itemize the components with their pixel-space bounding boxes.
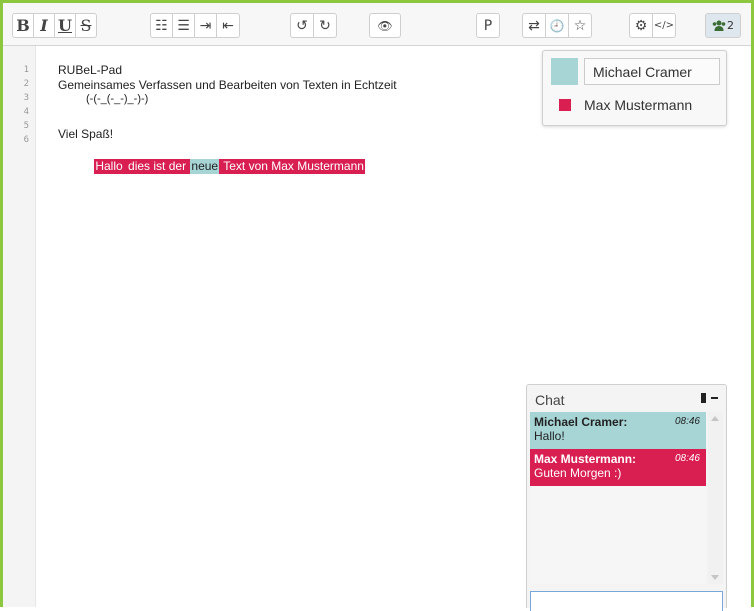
italic-button[interactable]: I [33, 13, 55, 38]
ordered-list-icon: ☷ [155, 17, 168, 34]
undo-button[interactable]: ↺ [290, 13, 314, 38]
unordered-list-button[interactable]: ☰ [172, 13, 195, 38]
editor-line: Viel Spaß! [58, 127, 114, 141]
chat-window-controls [701, 390, 718, 404]
authored-text-segment: Hallo [94, 159, 124, 174]
outdent-icon: ⇤ [222, 17, 234, 34]
line-number: 2 [23, 79, 29, 89]
editor-line-authored: Hallo dies ist der neue Text von Max Mus… [81, 146, 365, 187]
outdent-button[interactable]: ⇤ [216, 13, 240, 38]
minimize-chat-icon[interactable] [711, 396, 718, 399]
chat-message-time: 08:46 [674, 416, 700, 427]
line-number: 5 [23, 121, 29, 131]
gear-icon: ⚙ [634, 17, 648, 34]
chat-title: Chat [535, 392, 565, 408]
timeslider-button[interactable]: 🕘 [545, 13, 569, 38]
chat-message: Max Mustermann: 08:46 Guten Morgen :) [530, 449, 706, 486]
indent-button[interactable]: ⇥ [194, 13, 217, 38]
line-number: 3 [23, 93, 29, 103]
undo-icon: ↺ [296, 17, 308, 34]
my-color-swatch[interactable] [551, 58, 578, 85]
users-button[interactable]: 2 [705, 13, 741, 38]
ordered-list-button[interactable]: ☷ [150, 13, 173, 38]
redo-icon: ↻ [319, 17, 331, 34]
users-icon [712, 20, 726, 31]
scroll-down-icon[interactable] [711, 575, 719, 580]
editor-line: Gemeinsames Verfassen und Bearbeiten von… [58, 78, 397, 92]
authored-text-segment: Text von Max Mustermann [219, 159, 365, 174]
import-export-button[interactable]: ⇄ [522, 13, 546, 38]
embed-button[interactable]: </> [652, 13, 676, 38]
chat-scrollbar[interactable] [708, 412, 723, 584]
paragraph-button[interactable]: P [476, 13, 500, 38]
strikethrough-button[interactable]: S [75, 13, 97, 38]
underline-button[interactable]: U [54, 13, 76, 38]
other-user-name: Max Mustermann [584, 97, 693, 113]
toggle-authorship-colors-button[interactable]: 👁 [369, 13, 401, 38]
chat-message-text: Hallo! [534, 429, 565, 443]
settings-button[interactable]: ⚙ [629, 13, 653, 38]
authored-text-segment: dies ist der [123, 159, 191, 174]
line-number-gutter: 1 2 3 4 5 6 [3, 46, 36, 607]
sync-icon: ⇄ [528, 17, 540, 34]
other-user-color-swatch [559, 99, 571, 111]
chat-message-list[interactable]: Michael Cramer: 08:46 Hallo! Max Musterm… [530, 412, 706, 584]
line-number: 6 [23, 135, 29, 145]
star-icon: ☆ [573, 17, 587, 34]
my-username-input[interactable] [584, 58, 720, 85]
bold-button[interactable]: B [12, 13, 34, 38]
chat-message-text: Guten Morgen :) [534, 466, 622, 480]
chat-box: Chat Michael Cramer: 08:46 Hallo! Max Mu… [526, 384, 727, 611]
editor-line: (-(-_(-_-)_-)-) [86, 93, 149, 105]
stick-chat-icon[interactable] [701, 392, 706, 403]
unordered-list-icon: ☰ [177, 17, 190, 34]
redo-button[interactable]: ↻ [313, 13, 337, 38]
editor-line: RUBeL-Pad [58, 63, 123, 77]
line-number: 4 [23, 107, 29, 117]
chat-message: Michael Cramer: 08:46 Hallo! [530, 412, 706, 449]
saved-revision-button[interactable]: ☆ [568, 13, 592, 38]
code-icon: </> [653, 20, 675, 31]
users-count: 2 [727, 19, 734, 32]
users-popup: Max Mustermann [542, 50, 727, 126]
scroll-up-icon[interactable] [711, 416, 719, 421]
authored-text-segment: neue [190, 159, 220, 174]
chat-message-time: 08:46 [674, 453, 700, 464]
chat-input[interactable] [530, 591, 723, 611]
editor-toolbar: B I U S ☷ ☰ ⇥ ⇤ ↺ ↻ 👁 P ⇄ 🕘 ☆ ⚙ </> 2 [3, 3, 751, 46]
eye-slash-icon: 👁 [377, 18, 393, 33]
line-number: 1 [23, 65, 29, 75]
indent-icon: ⇥ [199, 17, 212, 34]
clock-icon: 🕘 [549, 18, 565, 33]
